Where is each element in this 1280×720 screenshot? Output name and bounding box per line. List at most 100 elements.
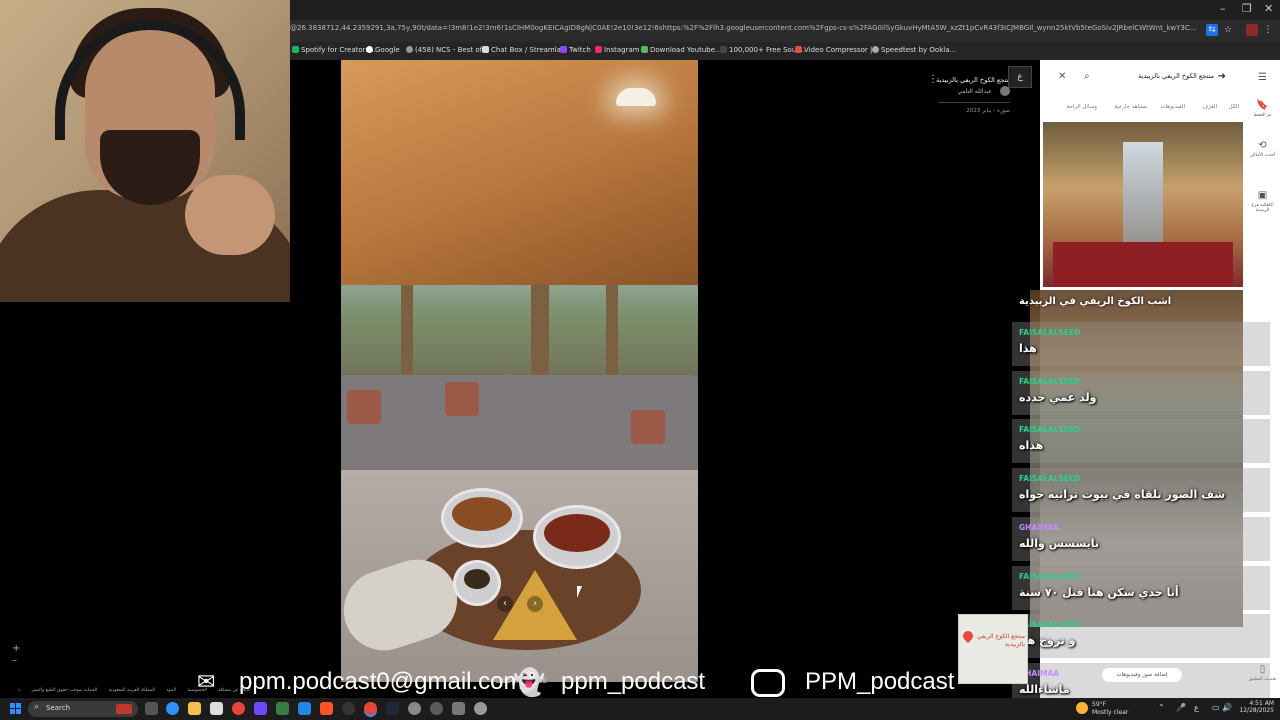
tray-chevron-icon[interactable]: ⌃ xyxy=(1158,703,1165,712)
footer-link-terms[interactable]: البنود xyxy=(166,688,176,693)
menu-icon[interactable]: ⋮ xyxy=(1262,24,1274,36)
file-explorer-icon[interactable] xyxy=(188,702,201,715)
windows-start-icon[interactable] xyxy=(10,703,22,715)
media-icon[interactable] xyxy=(430,702,443,715)
steam-icon[interactable] xyxy=(386,702,399,715)
bookmark-video-compressor[interactable]: Video Compressor |... xyxy=(795,46,879,54)
zoom-in-icon[interactable]: + xyxy=(12,643,20,655)
bookmark-spotify[interactable]: Spotify for Creators... xyxy=(292,46,376,54)
chat-text: ماشاءالله xyxy=(1019,683,1070,696)
previous-photo-icon[interactable]: ‹ xyxy=(497,596,513,612)
search-icon[interactable]: ⌕ xyxy=(1084,71,1090,82)
chat-text: نايسسس والله xyxy=(1019,537,1100,550)
rail-saved[interactable]: 🔖 تم الحفظ xyxy=(1245,100,1280,118)
chat-text: أنا جدي سكن هنا قبل ٧٠ سنة xyxy=(1019,586,1179,599)
ceiling-lamp xyxy=(616,88,656,106)
photo-food-pot xyxy=(441,488,523,548)
photo-category-tabs: الكل الغرف الفيديوهات مشاهد خارجية وسائل… xyxy=(1040,104,1245,118)
app-icon[interactable] xyxy=(254,702,267,715)
taskbar-search-label: Search xyxy=(46,704,71,712)
profile-icon[interactable] xyxy=(1246,24,1258,36)
photo-close-button[interactable]: ع xyxy=(1008,66,1032,88)
volume-icon[interactable]: 🔊 xyxy=(1222,703,1232,712)
footer-link-more[interactable]: ذ xyxy=(18,688,20,693)
chrome-active-icon[interactable] xyxy=(364,702,377,715)
clock-date: 12/28/2025 xyxy=(1239,707,1274,714)
weather-moon-icon xyxy=(1076,702,1088,714)
footer-link-country[interactable]: المملكة العربية السعودية xyxy=(109,688,155,693)
chrome-icon[interactable] xyxy=(232,702,245,715)
snapchat-icon: 👻 xyxy=(513,668,546,698)
language-indicator[interactable]: ع xyxy=(1194,703,1199,712)
restore-icon[interactable]: ❐ xyxy=(1242,2,1252,15)
url-text[interactable]: @26.3838712,44.2359291,3a,75y,90t/data=!… xyxy=(290,24,1200,32)
settings-icon[interactable] xyxy=(452,702,465,715)
windows-taskbar: ⌕ Search 59°F Mostly clear ⌃ 🎤 ع ▭ 🔊 4:5… xyxy=(0,698,1280,720)
bookmark-instagram[interactable]: Instagram xyxy=(595,46,640,54)
extension-icon[interactable]: ⇆ xyxy=(1206,24,1218,36)
street-view-photo[interactable] xyxy=(341,60,698,682)
bookmark-download-youtube[interactable]: Download Youtube... xyxy=(641,46,722,54)
menu-icon: ☰ xyxy=(1258,72,1267,83)
tab-all[interactable]: الكل xyxy=(1229,104,1239,110)
app-icon[interactable] xyxy=(276,702,289,715)
chat-message: FAISALALSEED هذا xyxy=(1012,322,1270,368)
tab-rooms[interactable]: الغرف xyxy=(1202,104,1217,110)
close-window-icon[interactable]: ✕ xyxy=(1264,2,1273,15)
browser-title-bar: – ❐ ✕ xyxy=(290,0,1280,20)
directions-icon[interactable]: ➜ xyxy=(1218,71,1226,82)
history-icon: ⟲ xyxy=(1258,140,1267,151)
instagram-icon xyxy=(751,669,785,697)
rail-recent[interactable]: ⟲ أحدث الأماكن xyxy=(1245,140,1280,158)
bookmark-google[interactable]: Google xyxy=(366,46,400,54)
address-bar[interactable]: @26.3838712,44.2359291,3a,75y,90t/data=!… xyxy=(290,20,1280,42)
bookmark-chatbox[interactable]: Chat Box / Streamla... xyxy=(482,46,568,54)
photo-author[interactable]: عبدالله التامي xyxy=(958,88,993,95)
chat-username: FAISALALSEED xyxy=(1019,620,1081,629)
chat-username: FAISALALSEED xyxy=(1019,572,1081,581)
photo-cushion xyxy=(631,410,665,444)
weather-desc: Mostly clear xyxy=(1092,709,1129,716)
store-icon[interactable] xyxy=(210,702,223,715)
close-photo-label: ع xyxy=(1017,72,1023,82)
footer-link-copyright[interactable]: الحماية بموجب حقوق الطبع والنشر xyxy=(31,688,97,693)
tab-amenities[interactable]: وسائل الراحة xyxy=(1067,104,1098,110)
app-icon[interactable] xyxy=(408,702,421,715)
add-photos-button[interactable]: إضافة صور وفيديوهات xyxy=(1102,668,1182,682)
taskbar-search[interactable]: ⌕ Search xyxy=(28,701,138,717)
maps-search-box[interactable]: ✕ ⌕ منتجع الكوخ الريفي بالزبيدية ➜ xyxy=(1046,66,1240,88)
bookmark-star-icon[interactable]: ☆ xyxy=(1222,24,1234,36)
minimize-icon[interactable]: – xyxy=(1220,2,1226,15)
bookmark-twitch[interactable]: Twitch xyxy=(560,46,591,54)
bookmark-speedtest[interactable]: Speedtest by Ookla... xyxy=(872,46,956,54)
stream-social-overlay: ✉ ppm.podcast0@gmail.com 👻 ppm_podcast P… xyxy=(195,666,995,702)
task-view-icon[interactable] xyxy=(145,702,158,715)
app-icon[interactable] xyxy=(474,702,487,715)
place-thumbnail-icon: ▣ xyxy=(1257,190,1268,201)
chat-text: هذا xyxy=(1019,342,1037,355)
carpet-image xyxy=(1053,242,1233,287)
next-photo-icon[interactable]: › xyxy=(527,596,543,612)
rail-recent-place[interactable]: ▣ الكعكيه فرع الزبيدية xyxy=(1245,190,1280,213)
bookmarks-bar: Spotify for Creators... Google (458) NCS… xyxy=(290,42,1280,60)
search-input[interactable]: منتجع الكوخ الريفي بالزبيدية xyxy=(1138,72,1214,80)
brave-icon[interactable] xyxy=(320,702,333,715)
system-clock[interactable]: 4:51 AM 12/28/2025 xyxy=(1234,700,1274,714)
weather-temp: 59°F xyxy=(1092,701,1107,708)
edge-icon[interactable] xyxy=(166,702,179,715)
obs-icon[interactable] xyxy=(342,702,355,715)
microphone-icon[interactable]: 🎤 xyxy=(1176,703,1186,712)
app-icon[interactable] xyxy=(298,702,311,715)
chat-text: شف الصور تلقاه في بيوت تراثيه جواه xyxy=(1019,488,1226,501)
zoom-out-icon[interactable]: – xyxy=(12,655,20,667)
place-title[interactable]: منتجع الكوخ الريفي بالزبيدية xyxy=(936,76,1012,84)
chat-partial-message: اشب الكوخ الريفي في الزبيدية xyxy=(1019,296,1172,307)
rail-menu[interactable]: ☰ xyxy=(1245,72,1280,85)
clear-search-icon[interactable]: ✕ xyxy=(1058,71,1066,82)
maps-photo-thumbnail[interactable] xyxy=(1043,122,1243,287)
minimap-label: منتجع الكوخ الريفي بالزبيدية xyxy=(976,633,1025,648)
tab-outdoor[interactable]: مشاهد خارجية xyxy=(1114,104,1147,110)
bookmark-ncs[interactable]: (458) NCS - Best of... xyxy=(406,46,488,54)
tab-videos[interactable]: الفيديوهات xyxy=(1160,104,1185,110)
network-icon[interactable]: ▭ xyxy=(1212,703,1220,712)
